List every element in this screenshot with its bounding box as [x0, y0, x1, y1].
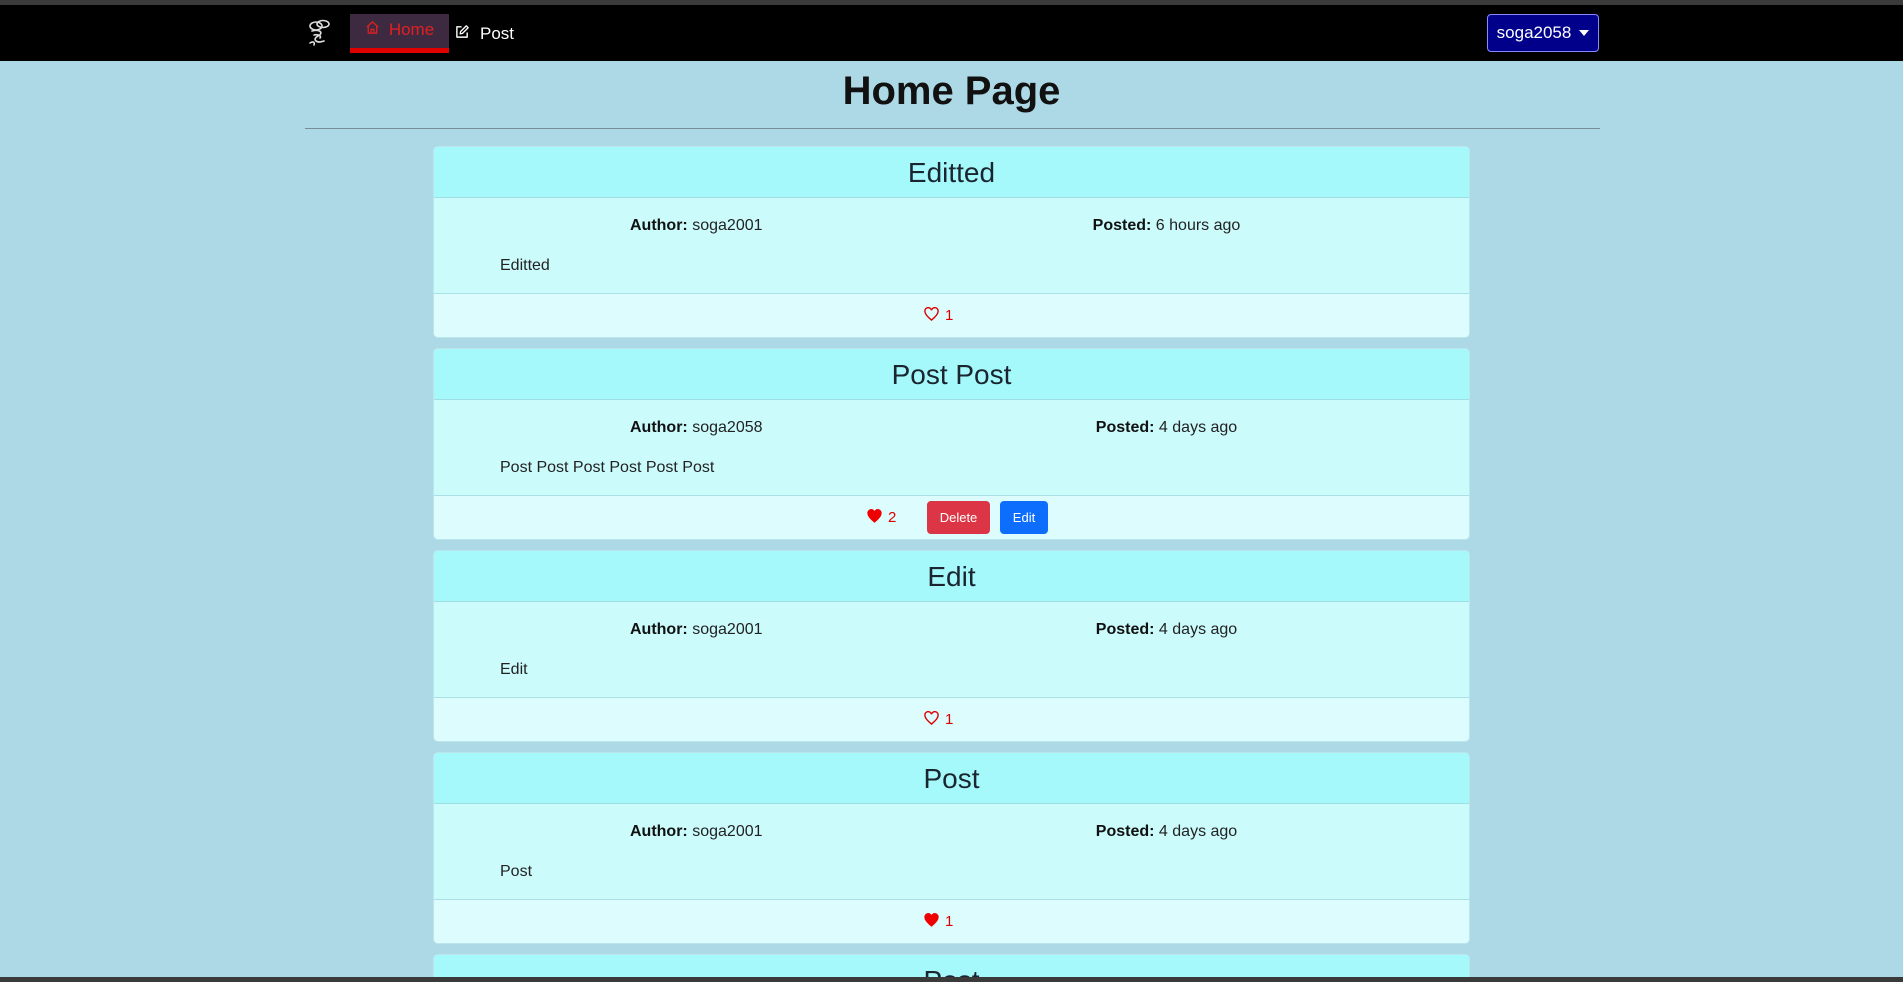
- post-card: Editted Author: soga2001 Posted: 6 hours…: [433, 146, 1470, 338]
- caret-down-icon: [1579, 30, 1590, 36]
- nav-post-link[interactable]: Post: [455, 14, 514, 59]
- navbar: Home Post soga2058: [0, 5, 1903, 61]
- like-count: 1: [945, 307, 954, 324]
- post-card: Post Post Author: soga2058 Posted: 4 day…: [433, 348, 1470, 540]
- post-body: Edit: [500, 661, 528, 678]
- post-title: Editted: [434, 147, 1469, 198]
- posted-label: Posted:: [1092, 217, 1152, 234]
- posted-label: Posted:: [1095, 823, 1155, 840]
- post-card: Post Author: soga2001 Posted: 4 days ago…: [433, 752, 1470, 944]
- username-label: soga2058: [1496, 23, 1572, 42]
- posted-value: 4 days ago: [1158, 621, 1238, 638]
- post-body: Post Post Post Post Post Post: [500, 459, 715, 476]
- pencil-square-icon: [455, 24, 470, 44]
- like-count: 2: [888, 509, 897, 526]
- like-button[interactable]: 1: [924, 698, 953, 741]
- posted-label: Posted:: [1095, 621, 1155, 638]
- post-body: Post: [500, 863, 533, 880]
- like-button[interactable]: 1: [924, 900, 953, 943]
- post-footer: 1: [434, 697, 1469, 741]
- post-date: Posted: 4 days ago: [434, 419, 1469, 437]
- post-footer: 2 Delete Edit: [434, 495, 1469, 539]
- post-footer: 1: [434, 293, 1469, 337]
- post-title: Post: [434, 753, 1469, 804]
- like-count: 1: [945, 913, 954, 930]
- posted-value: 4 days ago: [1158, 823, 1238, 840]
- window-bottom-border: [0, 977, 1903, 982]
- like-button[interactable]: 2: [867, 496, 896, 539]
- page-title: Home Page: [842, 69, 1061, 113]
- house-icon: [365, 20, 380, 40]
- posted-value: 4 days ago: [1158, 419, 1238, 436]
- posted-value: 6 hours ago: [1155, 217, 1241, 234]
- post-card: Edit Author: soga2001 Posted: 4 days ago…: [433, 550, 1470, 742]
- post-date: Posted: 4 days ago: [434, 823, 1469, 841]
- post-body: Editted: [500, 257, 550, 274]
- heart-outline-icon: [924, 710, 939, 729]
- heart-filled-icon: [867, 508, 882, 527]
- heart-outline-icon: [924, 306, 939, 325]
- nav-home-label: Home: [388, 20, 435, 39]
- post-footer: 1: [434, 899, 1469, 943]
- heart-filled-icon: [924, 912, 939, 931]
- like-count: 1: [945, 711, 954, 728]
- post-title: Edit: [434, 551, 1469, 602]
- bee-logo-icon[interactable]: [306, 17, 332, 47]
- edit-button[interactable]: Edit: [1000, 501, 1048, 534]
- post-date: Posted: 6 hours ago: [434, 217, 1469, 235]
- post-date: Posted: 4 days ago: [434, 621, 1469, 639]
- like-button[interactable]: 1: [924, 294, 953, 337]
- post-title: Post Post: [434, 349, 1469, 400]
- nav-post-label: Post: [480, 23, 515, 43]
- user-dropdown-button[interactable]: soga2058: [1487, 14, 1599, 52]
- nav-home-link[interactable]: Home: [350, 14, 449, 53]
- posted-label: Posted:: [1095, 419, 1155, 436]
- divider: [305, 128, 1600, 129]
- delete-button[interactable]: Delete: [927, 501, 990, 534]
